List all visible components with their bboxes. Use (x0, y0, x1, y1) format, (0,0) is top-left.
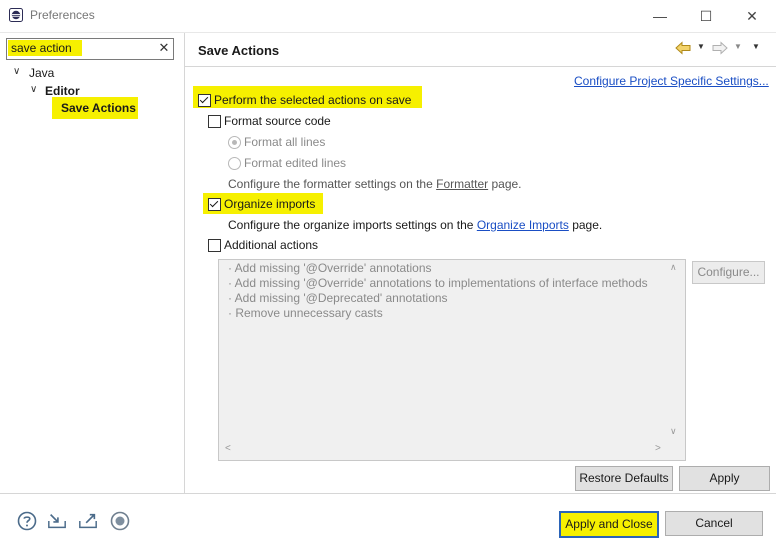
minimize-button[interactable]: — (650, 6, 670, 26)
footer-divider (0, 493, 776, 494)
perform-actions-checkbox[interactable] (198, 94, 211, 107)
formatter-text-before: Configure the formatter settings on the (228, 177, 437, 191)
additional-actions-label[interactable]: Additional actions (224, 238, 318, 252)
formatter-link[interactable]: Formatter (436, 177, 488, 191)
export-icon[interactable] (78, 511, 98, 531)
list-item: · Add missing '@Deprecated' annotations (228, 291, 448, 305)
chevron-down-icon[interactable]: ∨ (13, 66, 20, 77)
format-all-lines-label[interactable]: Format all lines (244, 135, 325, 149)
formatter-settings-text: Configure the formatter settings on the … (228, 177, 522, 191)
formatter-text-after: page. (488, 177, 522, 191)
back-history-dropdown-icon[interactable]: ▼ (697, 42, 705, 51)
organize-imports-checkbox[interactable] (208, 198, 221, 211)
list-item: · Add missing '@Override' annotations to… (228, 276, 648, 290)
header-divider (185, 66, 776, 67)
forward-history-dropdown-icon[interactable]: ▼ (734, 42, 742, 51)
forward-arrow-icon[interactable] (712, 40, 728, 56)
organize-imports-link[interactable]: Organize Imports (477, 218, 569, 232)
additional-actions-checkbox[interactable] (208, 239, 221, 252)
scroll-left-icon[interactable]: < (225, 443, 231, 454)
filter-input-value[interactable]: save action (11, 41, 72, 55)
perform-actions-label[interactable]: Perform the selected actions on save (214, 93, 411, 107)
apply-and-close-button[interactable]: Apply and Close (559, 511, 659, 538)
page-title: Save Actions (198, 43, 280, 58)
import-icon[interactable] (47, 511, 67, 531)
format-edited-lines-radio[interactable] (228, 157, 241, 170)
close-button[interactable]: ✕ (742, 6, 762, 26)
list-item: · Add missing '@Override' annotations (228, 261, 432, 275)
format-edited-lines-label[interactable]: Format edited lines (244, 156, 346, 170)
organize-settings-text: Configure the organize imports settings … (228, 218, 602, 232)
tree-item-editor[interactable]: Editor (45, 84, 80, 98)
format-source-label[interactable]: Format source code (224, 114, 331, 128)
organize-text-after: page. (568, 218, 603, 232)
scroll-right-icon[interactable]: > (655, 443, 661, 454)
configure-project-settings-link[interactable]: Configure Project Specific Settings... (574, 74, 769, 88)
tree-item-save-actions[interactable]: Save Actions (61, 101, 136, 115)
apply-button[interactable]: Apply (679, 466, 770, 491)
scroll-down-icon[interactable]: ∨ (670, 426, 677, 437)
tree-item-java[interactable]: Java (29, 66, 54, 80)
window-title: Preferences (30, 8, 95, 22)
configure-button[interactable]: Configure... (692, 261, 765, 284)
format-all-lines-radio[interactable] (228, 136, 241, 149)
clear-filter-icon[interactable]: ✕ (156, 38, 172, 58)
view-menu-icon[interactable]: ▼ (752, 42, 760, 51)
organize-text-before: Configure the organize imports settings … (228, 218, 477, 232)
cancel-button[interactable]: Cancel (665, 511, 763, 536)
organize-imports-label[interactable]: Organize imports (224, 197, 315, 211)
format-source-checkbox[interactable] (208, 115, 221, 128)
eclipse-icon (9, 8, 23, 22)
restore-defaults-button[interactable]: Restore Defaults (575, 466, 673, 491)
chevron-down-icon[interactable]: ∨ (30, 84, 37, 95)
maximize-button[interactable]: ☐ (696, 6, 716, 26)
record-icon[interactable] (110, 511, 130, 531)
scroll-up-icon[interactable]: ∧ (670, 262, 677, 273)
help-icon[interactable] (17, 511, 37, 531)
list-item: · Remove unnecessary casts (228, 306, 383, 320)
back-arrow-icon[interactable] (675, 40, 691, 56)
